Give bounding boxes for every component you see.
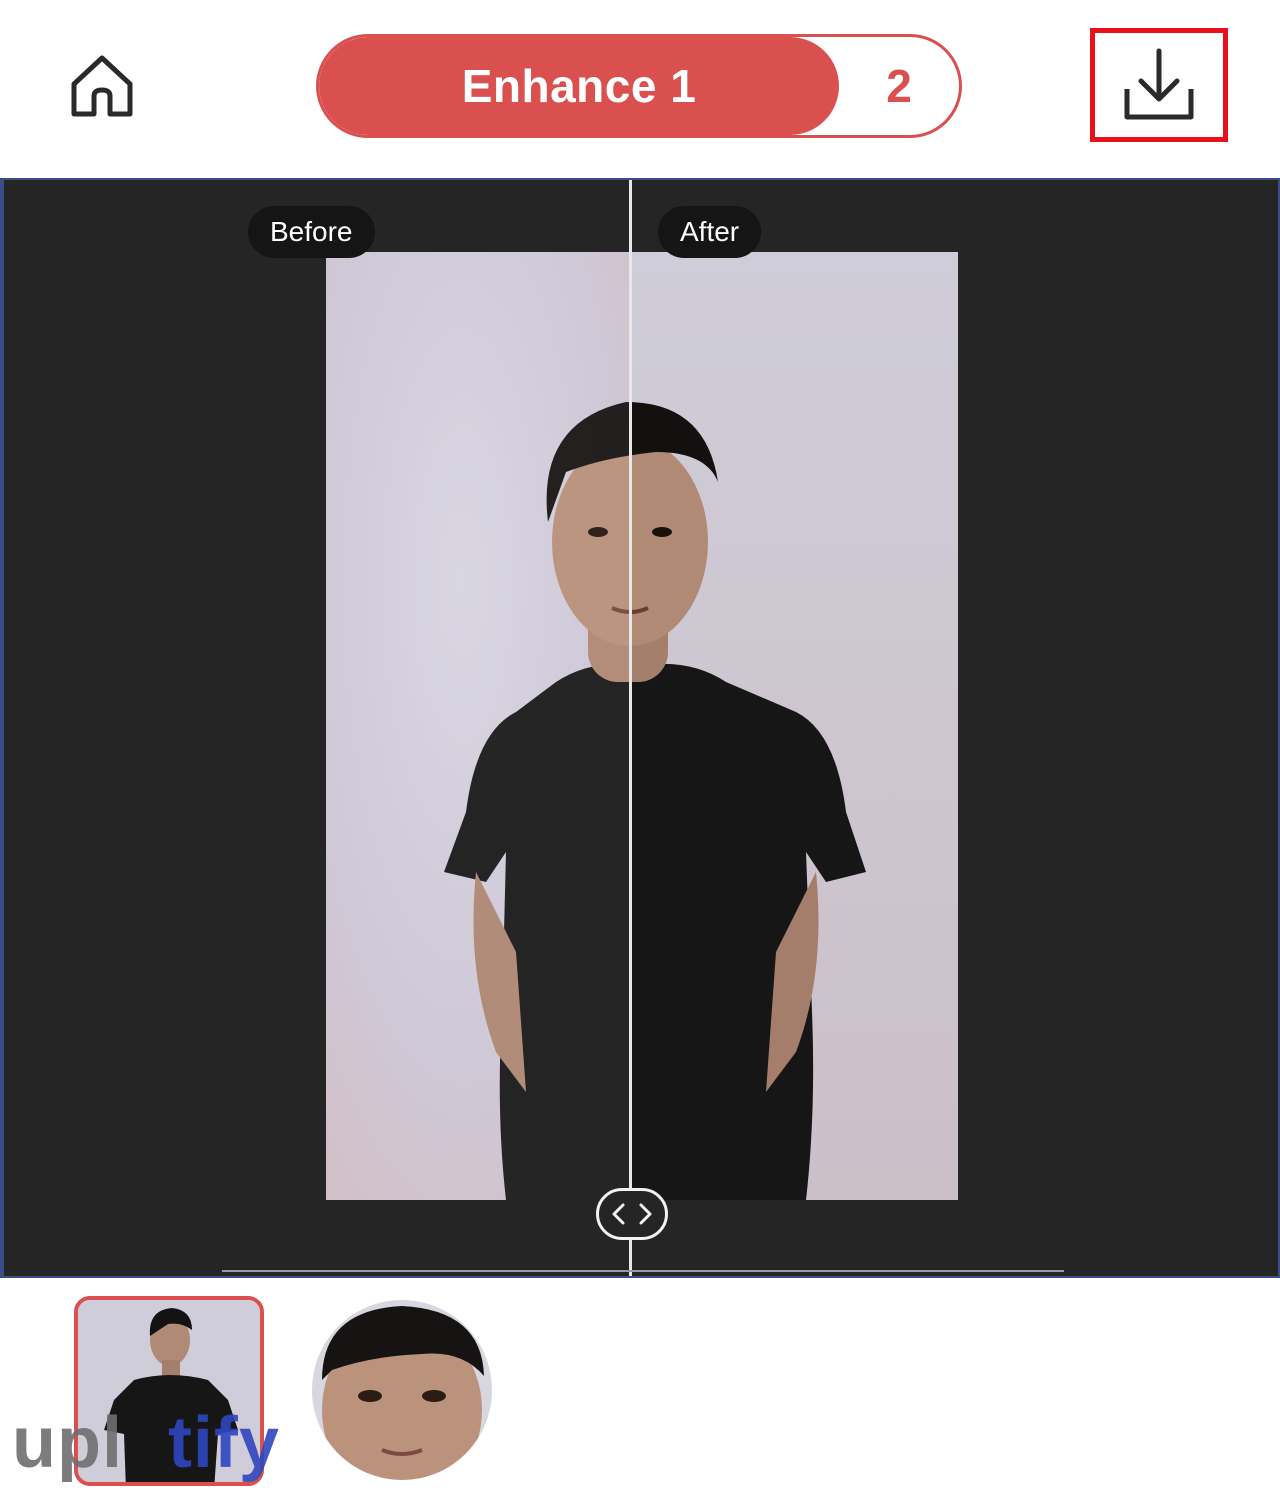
scrub-track [222,1270,1064,1272]
download-icon [1124,48,1194,120]
home-icon [71,55,133,117]
after-label: After [658,206,762,258]
chevron-left-right-icon [612,1203,652,1225]
before-label: Before [248,206,375,258]
before-after-viewer[interactable]: Before After [0,178,1280,1278]
top-bar: Enhance 1 2 [0,0,1280,178]
enhance-toggle: Enhance 1 2 [316,34,962,138]
thumbnail-strip: uplotify [0,1278,1280,1498]
compare-divider[interactable] [629,180,632,1276]
thumbnail-full-body[interactable] [74,1296,264,1486]
enhance-1-tab[interactable]: Enhance 1 [319,37,839,135]
comparison-photo [326,252,958,1200]
enhance-2-tab[interactable]: 2 [839,37,959,135]
compare-slider-handle[interactable] [596,1188,668,1240]
thumbnail-face[interactable] [312,1300,492,1480]
download-button[interactable] [1090,28,1228,142]
home-button[interactable] [62,46,142,126]
